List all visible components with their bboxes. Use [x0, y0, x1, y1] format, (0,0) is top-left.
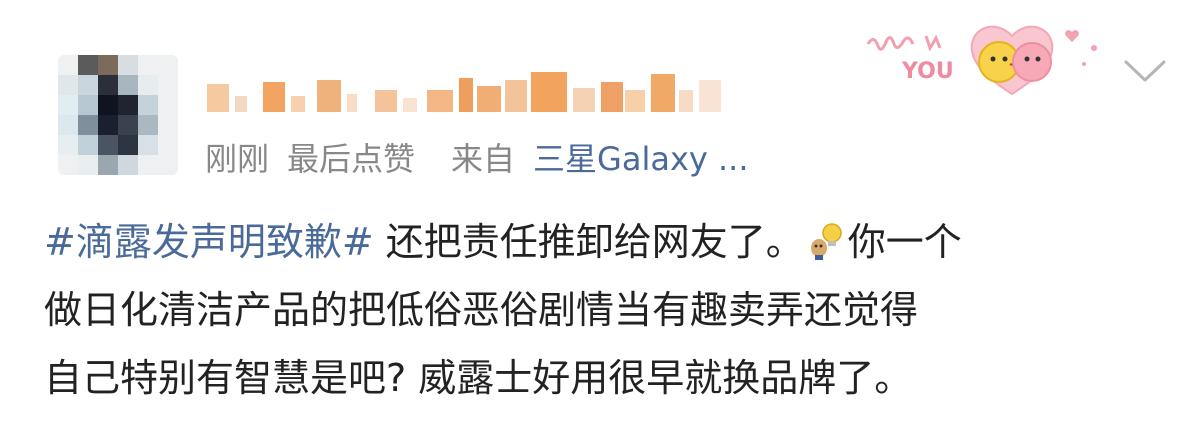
post-content: #滴露发声明致歉# 还把责任推卸给网友了。 你一个 做日化清洁产品的把低俗恶俗剧… — [44, 208, 1164, 412]
weibo-post: 刚刚 最后点赞 来自 三星Galaxy ... YOU #滴露发声明致歉# 还把… — [0, 0, 1200, 430]
doge-lightbulb-emoji — [806, 214, 846, 260]
content-line-2: 做日化清洁产品的把低俗恶俗剧情当有趣卖弄还觉得 — [44, 288, 919, 332]
content-text-tail: 你一个 — [847, 220, 962, 264]
chevron-down-icon[interactable] — [1122, 56, 1168, 86]
from-label: 来自 — [451, 140, 516, 178]
kiss-sticker: YOU — [862, 14, 1120, 96]
post-time: 刚刚 — [205, 140, 270, 178]
post-meta: 刚刚 最后点赞 来自 三星Galaxy ... — [205, 134, 749, 180]
last-like-label: 最后点赞 — [287, 140, 416, 178]
username-blurred[interactable] — [205, 72, 725, 114]
hashtag-link[interactable]: #滴露发声明致歉# — [44, 220, 374, 264]
content-text: 还把责任推卸给网友了。 — [373, 220, 804, 264]
sticker-text: YOU — [901, 59, 954, 84]
avatar[interactable] — [58, 55, 178, 175]
source-device-link[interactable]: 三星Galaxy ... — [533, 140, 748, 178]
content-line-1: #滴露发声明致歉# 还把责任推卸给网友了。 你一个 — [44, 208, 1164, 276]
content-line-3: 自己特别有智慧是吧? 威露士好用很早就换品牌了。 — [44, 356, 913, 400]
